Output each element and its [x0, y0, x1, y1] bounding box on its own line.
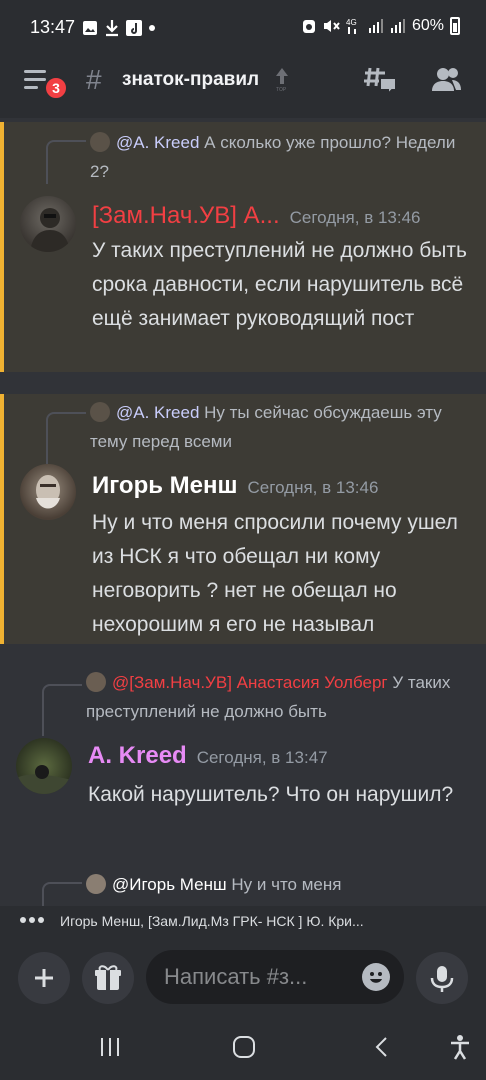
avatar[interactable] — [20, 196, 76, 252]
plus-icon — [35, 969, 53, 987]
author-name[interactable]: Игорь Менш — [92, 472, 238, 499]
gallery-icon — [83, 21, 97, 35]
author-name[interactable]: [Зам.Нач.УВ] А... — [92, 202, 280, 229]
message-text: Ну и что меня спросили почему ушел из НС… — [92, 511, 458, 636]
message-composer: Написать #з... — [0, 938, 486, 1016]
message-text: У таких преступлений не должно быть срок… — [92, 239, 467, 330]
reply-author: @Игорь Менш — [112, 875, 227, 894]
reply-avatar — [86, 874, 106, 894]
battery-percent: 60% — [411, 17, 444, 34]
reply-preview[interactable]: @A. Kreed А сколько уже прошло? Недели 2… — [90, 128, 470, 186]
top-arrow-icon: TOP — [276, 68, 288, 92]
music-app-icon — [126, 20, 142, 36]
timestamp: Сегодня, в 13:46 — [289, 208, 421, 227]
emoji-button[interactable] — [362, 963, 390, 991]
reply-avatar — [90, 132, 110, 152]
reply-author: @[Зам.Нач.УВ] Анастасия Уолберг — [112, 673, 388, 692]
status-time: 13:47 — [30, 17, 76, 37]
reply-preview[interactable]: @A. Kreed Ну ты сейчас обсуждаешь эту те… — [90, 398, 470, 456]
channel-header: 3 # знаток-правил TOP — [0, 56, 486, 118]
gift-icon — [95, 965, 121, 990]
timestamp: Сегодня, в 13:46 — [247, 478, 379, 497]
reply-connector — [46, 412, 86, 464]
signal-4g-icon: 4G — [346, 18, 357, 34]
reply-connector — [46, 140, 86, 184]
recent-apps-icon[interactable] — [98, 1036, 122, 1058]
channel-hash-icon: # — [86, 64, 102, 95]
gift-button[interactable] — [82, 952, 134, 1004]
channel-title[interactable]: знаток-правил — [122, 69, 259, 91]
unread-badge: 3 — [44, 76, 68, 100]
timestamp: Сегодня, в 13:47 — [196, 748, 328, 767]
typing-indicator: Игорь Менш, [Зам.Лид.Мз ГРК- НСК ] Ю. Кр… — [0, 906, 486, 938]
message-header: [Зам.Нач.УВ] А... Сегодня, в 13:46 — [92, 202, 421, 230]
svg-text:TOP: TOP — [276, 87, 287, 92]
message-item[interactable]: @Игорь Менш Ну и что меня — [0, 868, 486, 906]
typing-text: Игорь Менш, [Зам.Лид.Мз ГРК- НСК ] Ю. Кр… — [60, 913, 364, 929]
system-navigation-bar — [0, 1016, 486, 1080]
message-text: Какой нарушитель? Что он нарушил? — [88, 783, 454, 806]
system-status: 4G 60% — [302, 17, 460, 35]
reply-connector — [42, 882, 82, 906]
signal-bars-icon — [368, 19, 383, 33]
microphone-icon — [430, 966, 454, 992]
home-icon[interactable] — [232, 1036, 256, 1058]
reply-avatar — [90, 402, 110, 422]
emoji-icon — [370, 972, 382, 983]
dot-icon — [149, 25, 155, 31]
voice-message-button[interactable] — [416, 952, 468, 1004]
signal-bars-2-icon — [390, 19, 405, 33]
message-placeholder: Написать #з... — [164, 964, 308, 989]
notification-icons — [82, 18, 156, 38]
avatar[interactable] — [16, 738, 72, 794]
author-name[interactable]: A. Kreed — [88, 742, 187, 769]
mute-icon — [323, 20, 340, 32]
message-item[interactable]: @[Зам.Нач.УВ] Анастасия Уолберг У таких … — [0, 666, 486, 856]
message-header: Игорь Менш Сегодня, в 13:46 — [92, 472, 378, 500]
message-input[interactable]: Написать #з... — [146, 950, 404, 1004]
avatar[interactable] — [20, 464, 76, 520]
reply-author: @A. Kreed — [116, 133, 200, 152]
alarm-icon — [302, 20, 315, 33]
typing-dots-icon — [20, 917, 44, 923]
add-attachment-button[interactable] — [18, 952, 70, 1004]
reply-avatar — [86, 672, 106, 692]
message-item[interactable]: @A. Kreed Ну ты сейчас обсуждаешь эту те… — [0, 394, 486, 644]
reply-text: Ну и что меня — [231, 875, 342, 894]
avatar-image — [30, 208, 70, 252]
reply-preview[interactable]: @Игорь Менш Ну и что меня — [86, 870, 466, 899]
members-icon[interactable] — [430, 66, 462, 94]
battery-icon — [450, 17, 460, 35]
accessibility-icon[interactable] — [448, 1034, 472, 1060]
reply-connector — [42, 684, 82, 736]
message-header: A. Kreed Сегодня, в 13:47 — [88, 742, 328, 770]
status-bar: 13:47 4G 60% — [0, 0, 486, 56]
back-icon[interactable] — [372, 1036, 392, 1058]
threads-icon[interactable] — [364, 64, 398, 96]
reply-preview[interactable]: @[Зам.Нач.УВ] Анастасия Уолберг У таких … — [86, 668, 466, 726]
download-icon — [106, 20, 118, 37]
avatar-image — [16, 765, 72, 794]
avatar-image — [36, 475, 60, 509]
svg-text:4G: 4G — [346, 18, 357, 27]
reply-author: @A. Kreed — [116, 403, 200, 422]
message-item[interactable]: @A. Kreed А сколько уже прошло? Недели 2… — [0, 122, 486, 372]
